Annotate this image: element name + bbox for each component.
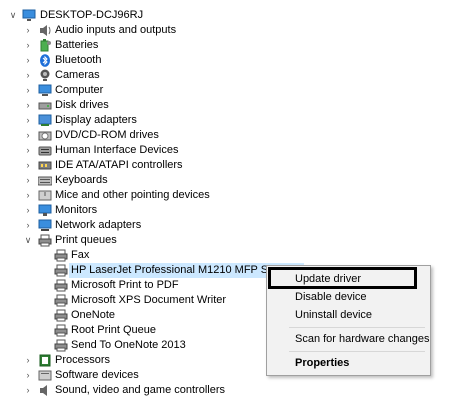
scan-hardware-menu-item[interactable]: Scan for hardware changes bbox=[267, 330, 430, 348]
computer-icon bbox=[22, 9, 36, 22]
printer-icon bbox=[54, 249, 68, 262]
chevron-right-icon[interactable]: › bbox=[23, 83, 33, 98]
chevron-right-icon[interactable]: › bbox=[23, 188, 33, 203]
printer-icon bbox=[38, 234, 52, 247]
tree-item-monitors[interactable]: › Monitors bbox=[0, 203, 474, 218]
tree-item-print-queues[interactable]: ∨ Print queues bbox=[0, 233, 474, 248]
chevron-right-icon[interactable]: › bbox=[23, 158, 33, 173]
display-adapter-icon bbox=[38, 114, 52, 127]
tree-item-dvd-drives[interactable]: › DVD/CD-ROM drives bbox=[0, 128, 474, 143]
keyboard-icon bbox=[38, 174, 52, 187]
printer-icon bbox=[54, 294, 68, 307]
tree-item-network-adapters[interactable]: › Network adapters bbox=[0, 218, 474, 233]
tree-item-ide-controllers[interactable]: › IDE ATA/ATAPI controllers bbox=[0, 158, 474, 173]
tree-item-computer[interactable]: › Computer bbox=[0, 83, 474, 98]
printer-icon bbox=[54, 339, 68, 352]
chevron-right-icon[interactable]: › bbox=[23, 113, 33, 128]
chevron-right-icon[interactable]: › bbox=[23, 23, 33, 38]
tree-item-sound-controllers[interactable]: › Sound, video and game controllers bbox=[0, 383, 474, 398]
tree-root[interactable]: ∨ DESKTOP-DCJ96RJ bbox=[0, 8, 474, 23]
ide-controller-icon bbox=[38, 159, 52, 172]
sound-controller-icon bbox=[38, 384, 52, 397]
battery-icon bbox=[38, 39, 52, 52]
chevron-right-icon[interactable]: › bbox=[23, 68, 33, 83]
tree-item-batteries[interactable]: › Batteries bbox=[0, 38, 474, 53]
camera-icon bbox=[38, 69, 52, 82]
hid-icon bbox=[38, 144, 52, 157]
disable-device-menu-item[interactable]: Disable device bbox=[267, 288, 430, 306]
chevron-right-icon[interactable]: › bbox=[23, 203, 33, 218]
printer-icon bbox=[54, 324, 68, 337]
chevron-down-icon[interactable]: ∨ bbox=[8, 8, 18, 23]
chevron-right-icon[interactable]: › bbox=[23, 353, 33, 368]
uninstall-device-menu-item[interactable]: Uninstall device bbox=[267, 306, 430, 324]
tree-item-audio[interactable]: › Audio inputs and outputs bbox=[0, 23, 474, 38]
chevron-right-icon[interactable]: › bbox=[23, 218, 33, 233]
monitor-icon bbox=[38, 204, 52, 217]
tree-item-hid[interactable]: › Human Interface Devices bbox=[0, 143, 474, 158]
tree-item-disk-drives[interactable]: › Disk drives bbox=[0, 98, 474, 113]
bluetooth-icon bbox=[38, 54, 52, 67]
properties-menu-item[interactable]: Properties bbox=[267, 354, 430, 372]
tree-root-label: DESKTOP-DCJ96RJ bbox=[40, 9, 144, 21]
chevron-right-icon[interactable]: › bbox=[23, 53, 33, 68]
printer-icon bbox=[54, 264, 68, 277]
tree-item-fax[interactable]: Fax bbox=[0, 248, 474, 263]
mouse-icon bbox=[38, 189, 52, 202]
chevron-right-icon[interactable]: › bbox=[23, 368, 33, 383]
network-adapter-icon bbox=[38, 219, 52, 232]
tree-item-bluetooth[interactable]: › Bluetooth bbox=[0, 53, 474, 68]
menu-separator bbox=[289, 327, 425, 328]
update-driver-menu-item[interactable]: Update driver bbox=[267, 270, 430, 288]
processor-icon bbox=[38, 354, 52, 367]
menu-separator bbox=[289, 351, 425, 352]
speaker-icon bbox=[38, 24, 52, 37]
chevron-right-icon[interactable]: › bbox=[23, 38, 33, 53]
computer-icon bbox=[38, 84, 52, 97]
context-menu: Update driver Disable device Uninstall d… bbox=[266, 265, 431, 376]
tree-item-display-adapters[interactable]: › Display adapters bbox=[0, 113, 474, 128]
chevron-right-icon[interactable]: › bbox=[23, 128, 33, 143]
tree-item-mice[interactable]: › Mice and other pointing devices bbox=[0, 188, 474, 203]
chevron-right-icon[interactable]: › bbox=[23, 98, 33, 113]
chevron-right-icon[interactable]: › bbox=[23, 143, 33, 158]
tree-item-keyboards[interactable]: › Keyboards bbox=[0, 173, 474, 188]
chevron-right-icon[interactable]: › bbox=[23, 383, 33, 398]
disk-drive-icon bbox=[38, 99, 52, 112]
dvd-drive-icon bbox=[38, 129, 52, 142]
tree-item-cameras[interactable]: › Cameras bbox=[0, 68, 474, 83]
chevron-down-icon[interactable]: ∨ bbox=[23, 233, 33, 248]
chevron-right-icon[interactable]: › bbox=[23, 173, 33, 188]
software-device-icon bbox=[38, 369, 52, 382]
printer-icon bbox=[54, 309, 68, 322]
printer-icon bbox=[54, 279, 68, 292]
